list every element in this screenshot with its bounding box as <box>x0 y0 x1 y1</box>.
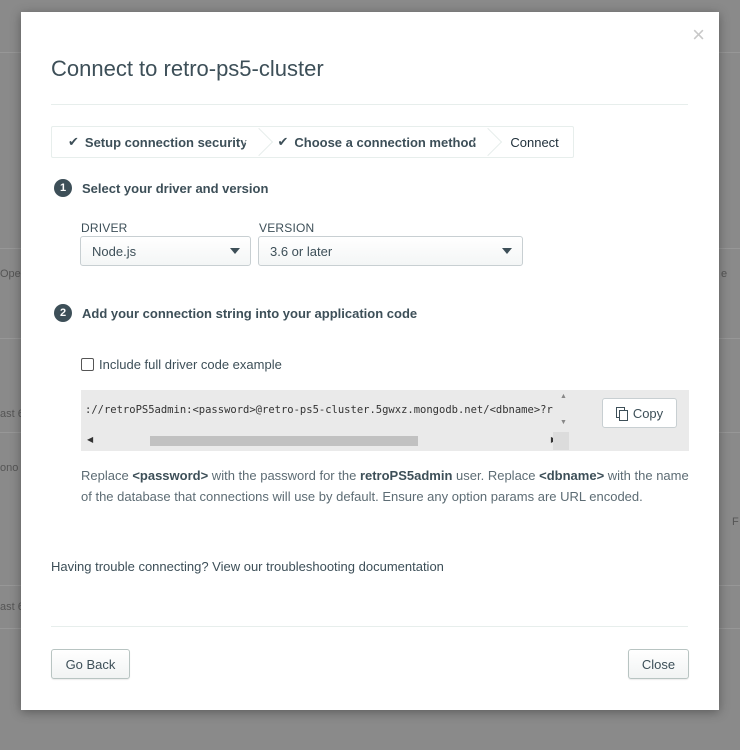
help-text: user. Replace <box>452 468 540 483</box>
vertical-scrollbar[interactable]: ▲ ▼ <box>557 391 569 431</box>
scrollbar-corner <box>553 432 569 450</box>
step-title: Select your driver and version <box>82 180 269 196</box>
connect-dialog: × Connect to retro-ps5-cluster ✔ Setup c… <box>21 12 719 710</box>
connection-help-text: Replace <password> with the password for… <box>81 466 691 507</box>
close-button[interactable]: Close <box>628 649 689 679</box>
copy-label: Copy <box>632 405 664 421</box>
connection-string[interactable]: ://retroPS5admin:<password>@retro-ps5-cl… <box>85 404 553 416</box>
chevron-down-icon <box>502 248 512 254</box>
copy-icon <box>615 407 628 421</box>
breadcrumb-step-method[interactable]: ✔ Choose a connection method <box>261 127 490 157</box>
breadcrumb-label: Choose a connection method <box>294 134 477 150</box>
backdrop-text: e <box>721 268 728 280</box>
copy-button[interactable]: Copy <box>602 398 677 428</box>
step-2-heading: 2 Add your connection string into your a… <box>54 304 417 322</box>
step-number-badge: 1 <box>54 179 72 197</box>
driver-select[interactable]: Node.js <box>80 236 251 266</box>
step-title: Add your connection string into your app… <box>82 305 418 321</box>
scrollbar-thumb[interactable] <box>150 436 418 446</box>
version-label: VERSION <box>259 221 315 235</box>
footer-divider <box>51 626 688 627</box>
title-divider <box>51 104 688 105</box>
help-text: with the password for the <box>208 468 360 483</box>
chevron-down-icon <box>230 248 240 254</box>
connection-string-box: ://retroPS5admin:<password>@retro-ps5-cl… <box>81 390 689 451</box>
driver-label: DRIVER <box>81 221 128 235</box>
backdrop-text: Ope <box>0 268 21 280</box>
breadcrumb: ✔ Setup connection security ✔ Choose a c… <box>51 126 574 158</box>
driver-value: Node.js <box>92 243 137 259</box>
go-back-button[interactable]: Go Back <box>51 649 130 679</box>
backdrop-text: ono <box>0 462 19 474</box>
checkmark-icon: ✔ <box>277 134 289 149</box>
breadcrumb-step-connect: Connect <box>490 127 572 157</box>
include-driver-code-checkbox[interactable] <box>81 358 94 371</box>
scroll-up-icon[interactable]: ▲ <box>560 393 567 400</box>
help-text: Replace <box>81 468 133 483</box>
breadcrumb-label: Connect <box>510 134 559 150</box>
full-driver-example-option[interactable]: Include full driver code example <box>81 357 282 372</box>
version-select[interactable]: 3.6 or later <box>258 236 523 266</box>
step-number-badge: 2 <box>54 304 72 322</box>
horizontal-scrollbar[interactable]: ◀ ▶ <box>87 434 557 448</box>
dbname-placeholder: <dbname> <box>539 468 605 483</box>
scroll-left-icon[interactable]: ◀ <box>87 435 93 444</box>
backdrop-text: F <box>732 516 739 528</box>
close-icon[interactable]: × <box>692 24 705 46</box>
troubleshooting-link[interactable]: Having trouble connecting? View our trou… <box>51 559 444 574</box>
dialog-title: Connect to retro-ps5-cluster <box>51 56 324 81</box>
checkbox-label: Include full driver code example <box>99 357 282 372</box>
breadcrumb-step-security[interactable]: ✔ Setup connection security <box>52 127 261 157</box>
scroll-down-icon[interactable]: ▼ <box>560 419 567 426</box>
username: retroPS5admin <box>359 468 453 483</box>
password-placeholder: <password> <box>132 468 209 483</box>
breadcrumb-label: Setup connection security <box>84 134 248 150</box>
checkmark-icon: ✔ <box>68 134 79 149</box>
version-value: 3.6 or later <box>270 243 333 259</box>
step-1-heading: 1 Select your driver and version <box>54 179 268 197</box>
